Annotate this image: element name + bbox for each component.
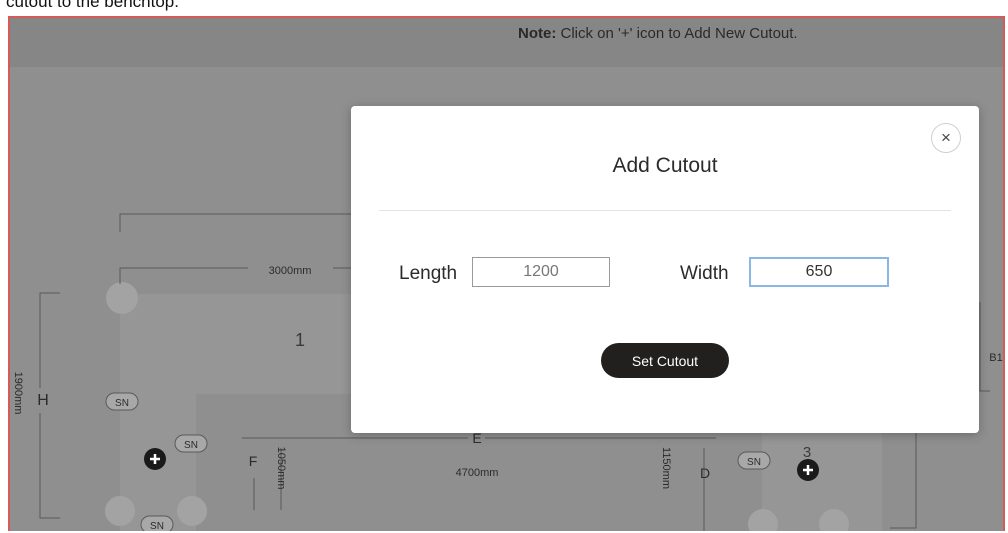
dimension-label-e: 4700mm [456, 467, 499, 479]
benchtop-section-1[interactable] [120, 294, 360, 394]
page-caption: cutout to the benchtop. [6, 0, 179, 11]
width-label: Width [680, 263, 729, 284]
close-icon[interactable]: × [931, 123, 961, 153]
sn-badge-label: SN [184, 440, 198, 451]
dimension-line-top [119, 267, 355, 284]
set-cutout-button[interactable]: Set Cutout [601, 343, 729, 378]
sn-badge[interactable]: SN [140, 515, 174, 531]
dimension-line-top-outer [119, 213, 355, 232]
sn-badge-label: SN [747, 457, 761, 468]
sn-badge[interactable]: SN [737, 451, 771, 470]
sn-badge-label: SN [115, 398, 129, 409]
letter-h: H [37, 392, 49, 409]
dimension-label-height: 1900mm [12, 372, 24, 415]
sn-badge[interactable]: SN [174, 434, 208, 453]
letter-f: F [249, 453, 258, 469]
corner-handle[interactable] [177, 496, 207, 526]
letter-b1: B1 [989, 352, 1002, 364]
corner-handle[interactable] [106, 282, 138, 314]
sn-badge[interactable]: SN [105, 392, 139, 411]
modal-title: Add Cutout [612, 154, 718, 177]
add-cutout-modal: × Add Cutout Length Width Set Cutout [351, 106, 979, 433]
add-cutout-button[interactable] [797, 459, 819, 481]
dimension-label-top: 3000mm [269, 265, 312, 277]
width-input[interactable] [749, 257, 889, 287]
dimension-label-d: 1050mm [275, 447, 287, 490]
corner-handle[interactable] [105, 496, 135, 526]
benchtop-editor-canvas: Note: Click on '+' icon to Add New Cutou… [8, 16, 1005, 531]
length-label: Length [399, 263, 458, 284]
dimension-label-f: 1150mm [660, 447, 672, 489]
length-input[interactable] [472, 257, 610, 287]
letter-d: D [700, 465, 710, 481]
section-number-3: 3 [803, 444, 811, 461]
section-number-1: 1 [295, 330, 305, 350]
modal-divider [379, 210, 951, 211]
add-cutout-button[interactable] [144, 448, 166, 470]
sn-badge-label: SN [150, 521, 164, 531]
